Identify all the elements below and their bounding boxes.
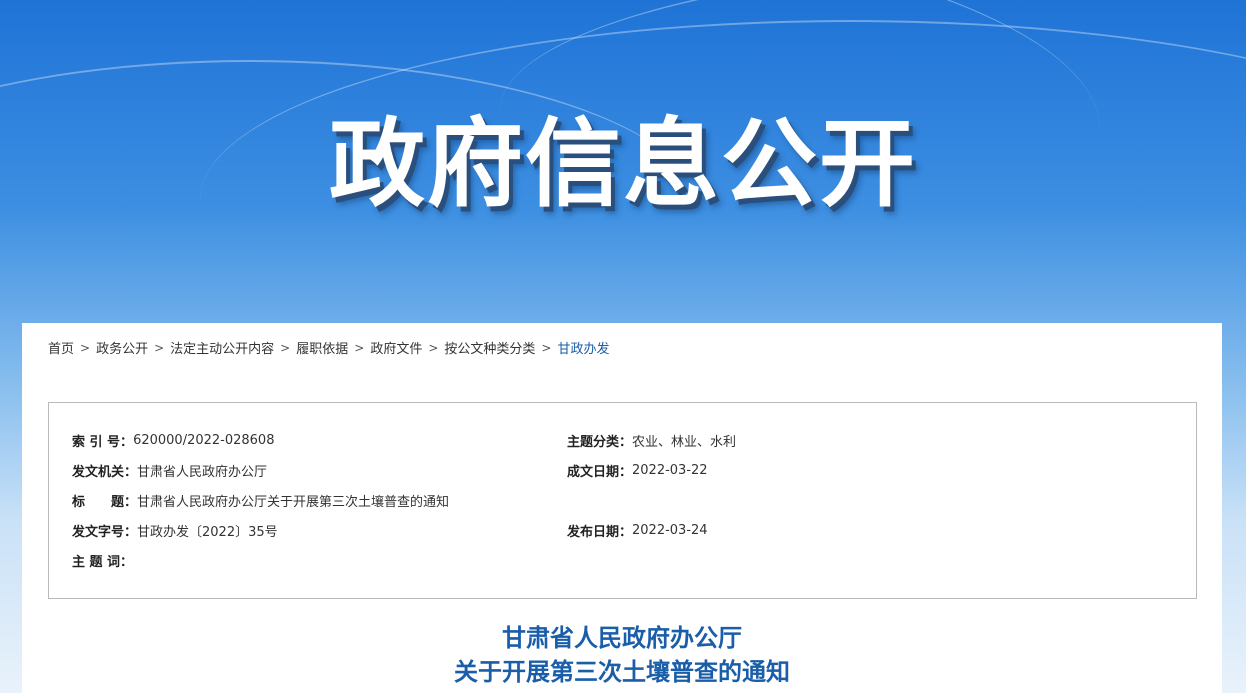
breadcrumb-gov-documents[interactable]: 政府文件 bbox=[370, 338, 422, 357]
breadcrumb-separator: > bbox=[154, 340, 165, 355]
document-info-box: 索 引 号： 620000/2022-028608 主题分类： 农业、林业、水利… bbox=[48, 402, 1197, 599]
info-value: 甘政办发〔2022〕35号 bbox=[137, 524, 278, 540]
info-label: 发文机关： bbox=[72, 464, 138, 480]
info-value: 农业、林业、水利 bbox=[632, 434, 737, 450]
info-value: 2022-03-24 bbox=[632, 522, 708, 538]
info-label: 成文日期： bbox=[567, 464, 633, 480]
breadcrumb-statutory-content[interactable]: 法定主动公开内容 bbox=[170, 338, 274, 357]
info-value: 甘肃省人民政府办公厅 bbox=[137, 464, 268, 480]
breadcrumb: 首页 > 政务公开 > 法定主动公开内容 > 履职依据 > 政府文件 > 按公文… bbox=[48, 338, 609, 358]
breadcrumb-separator: > bbox=[428, 340, 439, 355]
info-label: 发文字号： bbox=[72, 524, 138, 540]
breadcrumb-separator: > bbox=[354, 340, 365, 355]
info-index-no: 索 引 号： 620000/2022-028608 bbox=[72, 430, 274, 450]
breadcrumb-duty-basis[interactable]: 履职依据 bbox=[296, 338, 348, 357]
document-title-line1: 甘肃省人民政府办公厅 bbox=[502, 624, 742, 652]
info-label: 标 题： bbox=[72, 494, 138, 510]
info-label: 发布日期： bbox=[567, 524, 633, 540]
info-label: 主 题 词： bbox=[72, 554, 134, 570]
document-title-line2: 关于开展第三次土壤普查的通知 bbox=[454, 658, 790, 686]
breadcrumb-current[interactable]: 甘政办发 bbox=[557, 338, 609, 357]
info-value: 甘肃省人民政府办公厅关于开展第三次土壤普查的通知 bbox=[137, 494, 450, 510]
breadcrumb-separator: > bbox=[541, 340, 552, 355]
info-doc-number: 发文字号： 甘政办发〔2022〕35号 bbox=[72, 520, 278, 540]
document-title: 甘肃省人民政府办公厅 关于开展第三次土壤普查的通知 bbox=[22, 621, 1222, 689]
breadcrumb-separator: > bbox=[280, 340, 291, 355]
breadcrumb-separator: > bbox=[80, 340, 91, 355]
info-issuer: 发文机关： 甘肃省人民政府办公厅 bbox=[72, 460, 267, 480]
info-category: 主题分类： 农业、林业、水利 bbox=[567, 430, 736, 450]
main-content: 首页 > 政务公开 > 法定主动公开内容 > 履职依据 > 政府文件 > 按公文… bbox=[22, 323, 1222, 693]
info-label: 索 引 号： bbox=[72, 434, 134, 450]
breadcrumb-by-doc-type[interactable]: 按公文种类分类 bbox=[444, 338, 535, 357]
info-keywords: 主 题 词： bbox=[72, 550, 133, 570]
banner-title: 政府信息公开 bbox=[329, 108, 917, 220]
info-value: 620000/2022-028608 bbox=[133, 432, 275, 448]
info-publish-date: 发布日期： 2022-03-24 bbox=[567, 520, 708, 540]
breadcrumb-gov-affairs[interactable]: 政务公开 bbox=[96, 338, 148, 357]
info-label: 主题分类： bbox=[567, 434, 633, 450]
info-value: 2022-03-22 bbox=[632, 462, 708, 478]
breadcrumb-home[interactable]: 首页 bbox=[48, 338, 74, 357]
info-title: 标 题： 甘肃省人民政府办公厅关于开展第三次土壤普查的通知 bbox=[72, 490, 449, 510]
info-written-date: 成文日期： 2022-03-22 bbox=[567, 460, 708, 480]
